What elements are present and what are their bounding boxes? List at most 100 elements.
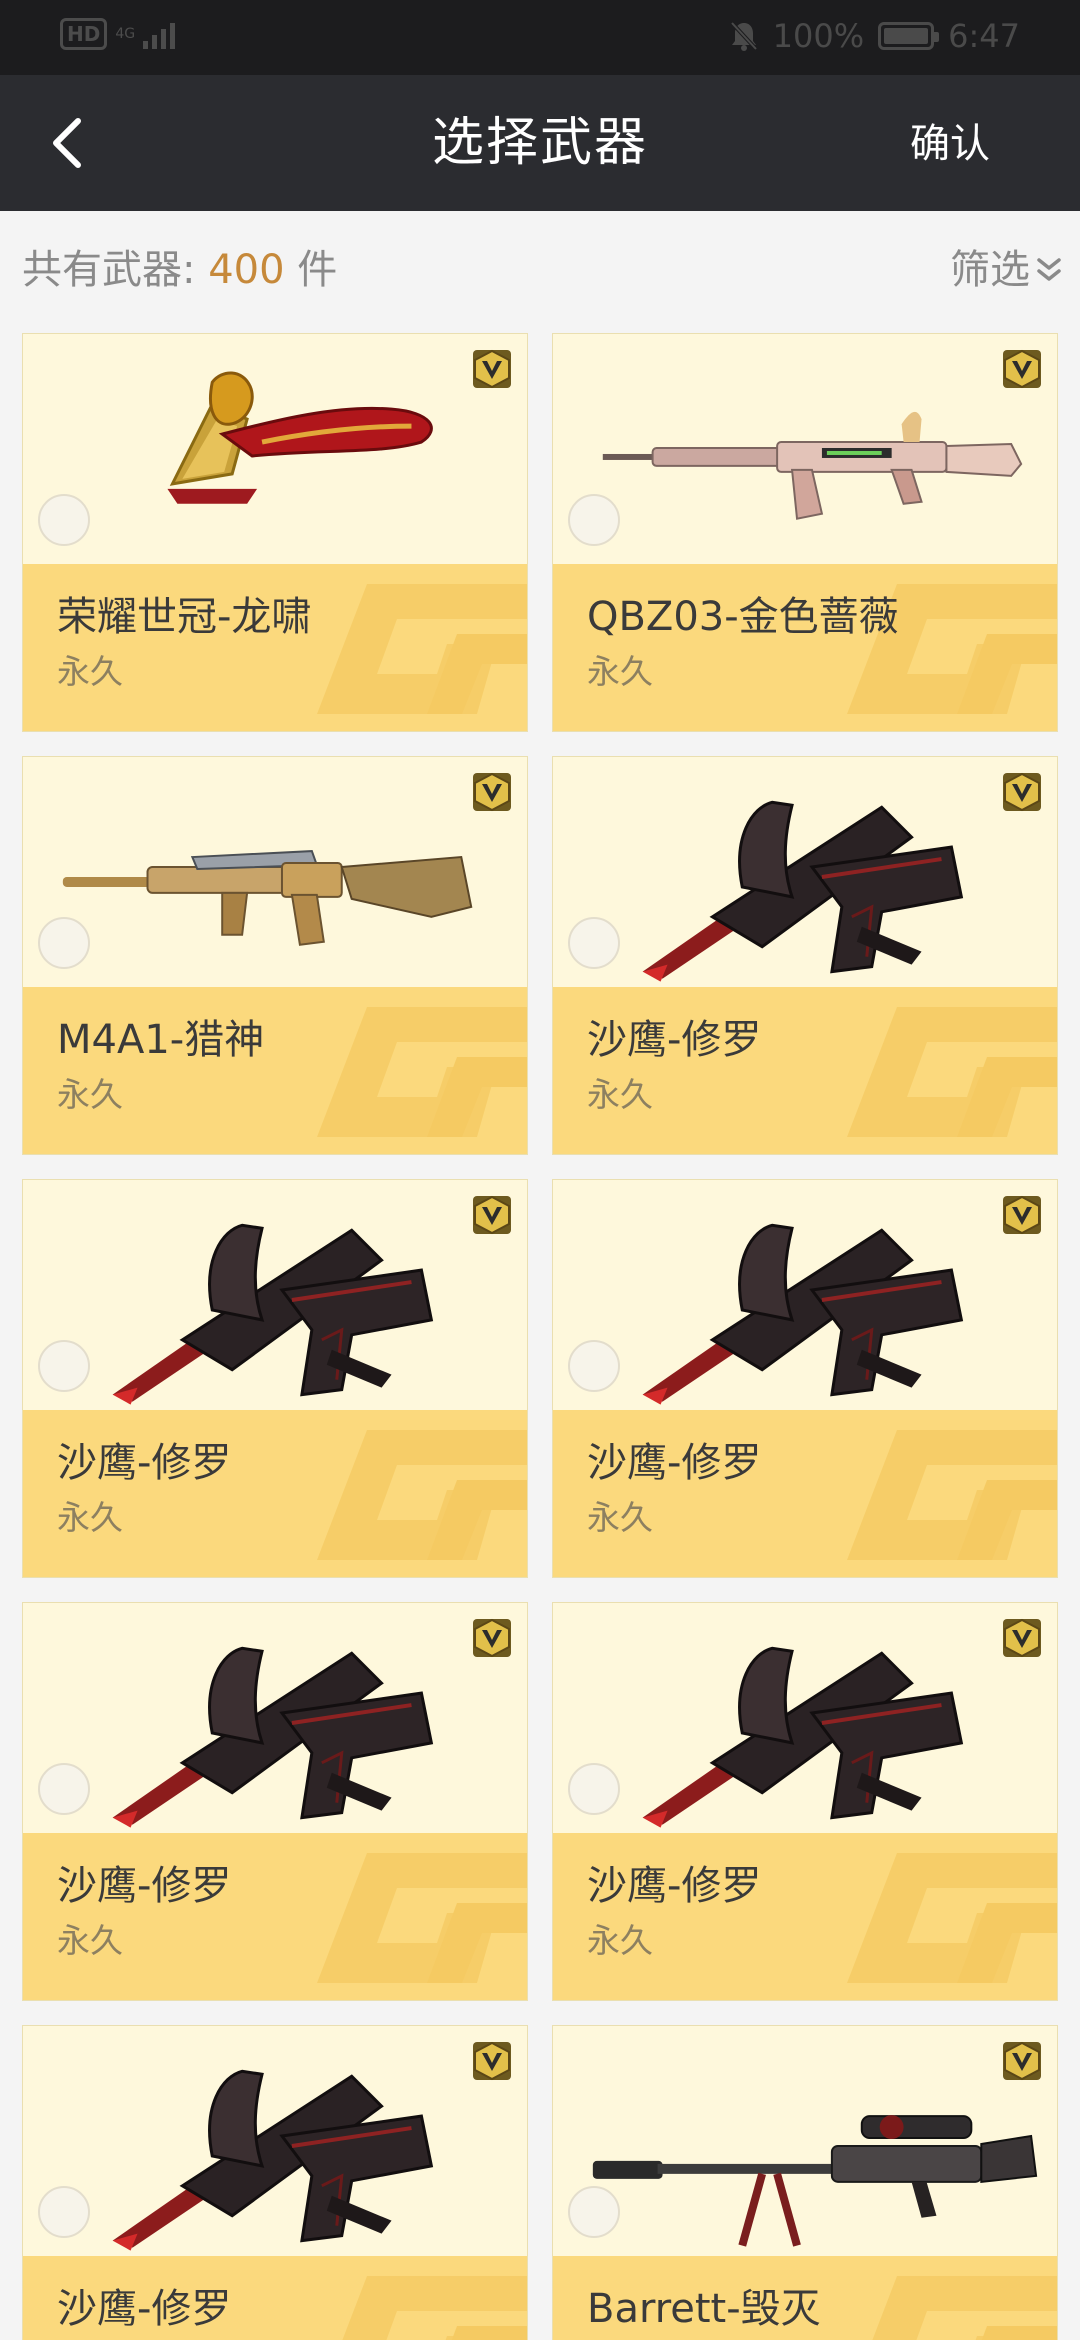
weapon-card[interactable]: 荣耀世冠-龙啸 永久: [22, 333, 528, 732]
weapon-image-area: [23, 334, 527, 564]
vip-badge-icon: [1001, 2040, 1043, 2082]
vip-badge-icon: [471, 2040, 513, 2082]
signal-icon: [143, 19, 176, 49]
weapon-card[interactable]: 沙鹰-修罗 永久: [22, 2025, 528, 2340]
weapon-image-area: [553, 757, 1057, 987]
weapon-name: 沙鹰-修罗: [57, 1440, 232, 1486]
weapon-duration: 永久: [587, 1921, 653, 1960]
status-bar: HD 4G 100% 6:47: [0, 0, 1080, 75]
weapon-image: [602, 411, 1023, 520]
cf-logo-icon: [297, 1410, 527, 1577]
weapon-card[interactable]: 沙鹰-修罗 永久: [552, 1602, 1058, 2001]
weapon-image-area: [553, 1603, 1057, 1833]
count-value: 400: [208, 247, 285, 293]
select-radio[interactable]: [38, 494, 90, 546]
vip-badge-icon: [1001, 771, 1043, 813]
cf-logo-icon: [827, 2256, 1057, 2340]
weapon-duration: 永久: [587, 1498, 653, 1537]
weapon-duration: 永久: [57, 1921, 123, 1960]
clock: 6:47: [948, 17, 1020, 55]
weapon-info: Barrett-毁灭 永久: [553, 2256, 1057, 2340]
weapon-image: [112, 1646, 434, 1828]
nav-bar: 选择武器 确认: [0, 75, 1080, 211]
weapon-card[interactable]: 沙鹰-修罗 永久: [552, 1179, 1058, 1578]
select-radio[interactable]: [568, 1340, 620, 1392]
weapon-info: 荣耀世冠-龙啸 永久: [23, 564, 527, 731]
filter-button[interactable]: 筛选: [950, 245, 1062, 295]
status-left: HD 4G: [60, 18, 176, 50]
weapon-name: QBZ03-金色蔷薇: [587, 594, 899, 640]
weapon-image: [642, 1223, 964, 1405]
select-radio[interactable]: [568, 917, 620, 969]
cf-logo-icon: [297, 2256, 527, 2340]
weapon-info: 沙鹰-修罗 永久: [23, 1833, 527, 2000]
weapon-card[interactable]: QBZ03-金色蔷薇 永久: [552, 333, 1058, 732]
select-radio[interactable]: [38, 2186, 90, 2238]
weapon-image: [642, 1646, 964, 1828]
mute-bell-icon: [729, 20, 759, 52]
weapon-duration: 永久: [587, 1075, 653, 1114]
battery-percent: 100%: [772, 17, 865, 55]
weapon-image: [112, 1223, 434, 1405]
weapon-duration: 永久: [587, 652, 653, 691]
weapon-grid: 荣耀世冠-龙啸 永久 QBZ03-金色蔷薇 永久 M4A1-猎神 永久 沙鹰-修…: [22, 333, 1058, 2340]
cf-logo-icon: [827, 1833, 1057, 2000]
vip-badge-icon: [471, 1194, 513, 1236]
weapon-info: 沙鹰-修罗 永久: [553, 987, 1057, 1154]
select-radio[interactable]: [38, 917, 90, 969]
confirm-button[interactable]: 确认: [910, 119, 990, 169]
weapon-count-label: 共有武器: 400 件: [22, 245, 337, 295]
weapon-image: [642, 800, 964, 982]
weapon-name: 沙鹰-修罗: [587, 1017, 762, 1063]
vip-badge-icon: [1001, 1617, 1043, 1659]
weapon-image-area: [23, 2026, 527, 2256]
cf-logo-icon: [297, 987, 527, 1154]
weapon-image: [592, 2115, 1038, 2247]
weapon-image-area: [23, 757, 527, 987]
weapon-name: 沙鹰-修罗: [57, 2286, 232, 2332]
weapon-image-area: [553, 334, 1057, 564]
vip-badge-icon: [471, 1617, 513, 1659]
vip-badge-icon: [1001, 1194, 1043, 1236]
filter-label: 筛选: [950, 247, 1030, 293]
network-label: 4G: [115, 26, 136, 42]
weapon-card[interactable]: 沙鹰-修罗 永久: [22, 1179, 528, 1578]
weapon-image: [167, 371, 433, 504]
weapon-card[interactable]: 沙鹰-修罗 永久: [22, 1602, 528, 2001]
hd-badge: HD: [60, 18, 108, 50]
select-radio[interactable]: [568, 2186, 620, 2238]
cf-logo-icon: [827, 987, 1057, 1154]
weapon-info: 沙鹰-修罗 永久: [553, 1410, 1057, 1577]
weapon-duration: 永久: [57, 1498, 123, 1537]
weapon-image-area: [553, 1180, 1057, 1410]
weapon-name: 沙鹰-修罗: [57, 1863, 232, 1909]
select-radio[interactable]: [38, 1763, 90, 1815]
weapon-info: QBZ03-金色蔷薇 永久: [553, 564, 1057, 731]
weapon-name: 沙鹰-修罗: [587, 1863, 762, 1909]
weapon-card[interactable]: M4A1-猎神 永久: [22, 756, 528, 1155]
select-radio[interactable]: [568, 1763, 620, 1815]
weapon-info: 沙鹰-修罗 永久: [553, 1833, 1057, 2000]
weapon-info: 沙鹰-修罗 永久: [23, 1410, 527, 1577]
weapon-name: 荣耀世冠-龙啸: [57, 594, 312, 640]
weapon-image: [112, 2069, 434, 2251]
vip-badge-icon: [1001, 348, 1043, 390]
select-radio[interactable]: [38, 1340, 90, 1392]
battery-icon: [878, 22, 940, 50]
weapon-duration: 永久: [57, 1075, 123, 1114]
cf-logo-icon: [827, 1410, 1057, 1577]
count-prefix: 共有武器:: [22, 247, 196, 293]
weapon-info: M4A1-猎神 永久: [23, 987, 527, 1154]
cf-logo-icon: [827, 564, 1057, 731]
weapon-info: 沙鹰-修罗 永久: [23, 2256, 527, 2340]
weapon-name: 沙鹰-修罗: [587, 1440, 762, 1486]
weapon-image-area: [553, 2026, 1057, 2256]
weapon-image-area: [23, 1180, 527, 1410]
weapon-image-area: [23, 1603, 527, 1833]
weapon-duration: 永久: [57, 652, 123, 691]
count-unit: 件: [297, 247, 338, 293]
weapon-card[interactable]: 沙鹰-修罗 永久: [552, 756, 1058, 1155]
double-chevron-down-icon: [1037, 258, 1061, 281]
weapon-card[interactable]: Barrett-毁灭 永久: [552, 2025, 1058, 2340]
select-radio[interactable]: [568, 494, 620, 546]
